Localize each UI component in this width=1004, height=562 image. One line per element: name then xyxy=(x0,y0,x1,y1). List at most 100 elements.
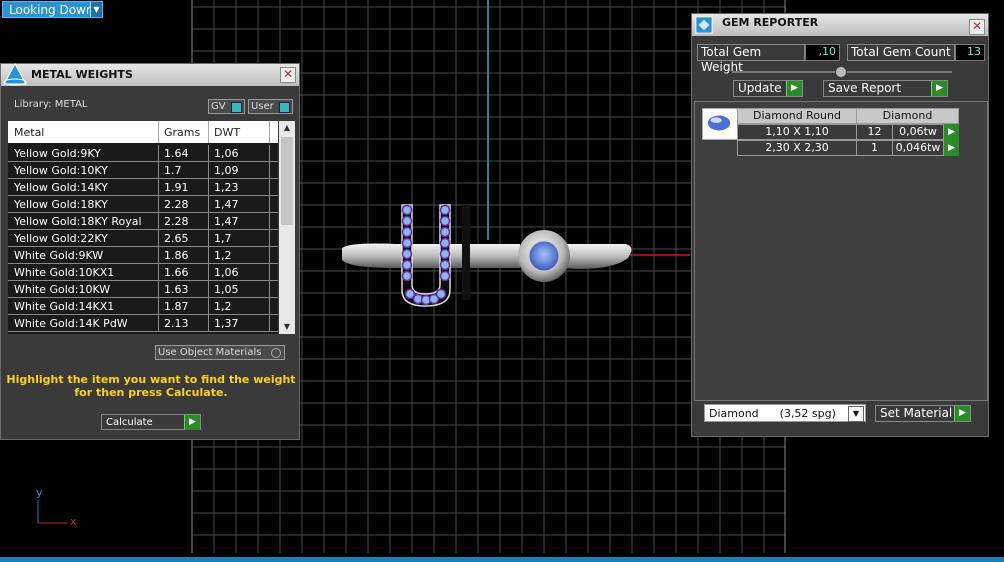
play-icon: ▶ xyxy=(786,81,802,96)
metal-grams: 1.91 xyxy=(164,181,189,194)
metal-table: Metal Grams DWT Yellow Gold:9KY 1.64 1,06 Y… xyxy=(8,121,278,334)
play-icon: ▶ xyxy=(184,415,200,430)
use-object-materials-label: Use Object Materials xyxy=(158,347,262,358)
gem-shape-header: Diamond Round xyxy=(737,108,857,124)
metal-dwt: 1,47 xyxy=(214,198,239,211)
metal-dwt: 1,2 xyxy=(214,249,232,262)
column-header-grams[interactable]: Grams xyxy=(164,126,200,139)
set-material-button[interactable]: Set Material ▶ xyxy=(875,405,971,422)
play-icon[interactable]: ▶ xyxy=(944,140,959,156)
diamond-round-thumbnail[interactable] xyxy=(702,108,738,140)
calculate-button[interactable]: Calculate ▶ xyxy=(101,414,201,430)
metal-dwt: 1,2 xyxy=(214,300,232,313)
table-row[interactable]: Yellow Gold:18KY Royal 2.28 1,47 xyxy=(8,213,278,230)
use-object-materials-toggle[interactable]: Use Object Materials xyxy=(155,345,285,360)
metal-name: Yellow Gold:22KY xyxy=(14,232,108,245)
instruction-text-2: for then press Calculate. xyxy=(74,386,228,399)
table-row[interactable]: White Gold:14KX1 1.87 1,2 xyxy=(8,298,278,315)
gem-reporter-icon xyxy=(695,16,713,34)
metal-table-scrollbar[interactable]: ▲ ▼ xyxy=(279,121,295,334)
gem-reporter-title: GEM REPORTER xyxy=(722,16,819,29)
gem-size: 1,10 X 1,10 xyxy=(737,124,857,140)
save-report-button[interactable]: Save Report ▶ xyxy=(823,80,948,97)
slider-handle[interactable] xyxy=(835,66,847,78)
close-icon[interactable]: ✕ xyxy=(969,19,985,35)
material-select-value: Diamond (3,52 spg) xyxy=(709,407,836,420)
gem-list-area: Diamond Round Diamond 1,10 X 1,10 12 0,06t… xyxy=(694,101,988,401)
metal-name: White Gold:9KW xyxy=(14,249,104,262)
total-gem-weight-value: ,10 xyxy=(805,44,840,61)
metal-name: Yellow Gold:18KY Royal xyxy=(14,215,142,228)
chevron-down-icon[interactable]: ▼ xyxy=(848,406,864,422)
save-report-button-label: Save Report xyxy=(828,81,902,95)
material-select[interactable]: Diamond (3,52 spg) ▼ xyxy=(704,404,866,422)
chevron-down-icon[interactable]: ▼ xyxy=(90,2,102,17)
toggle-switch-icon xyxy=(231,102,242,113)
table-row[interactable]: Yellow Gold:9KY 1.64 1,06 xyxy=(8,145,278,162)
play-icon[interactable]: ▶ xyxy=(944,124,959,140)
metal-dwt: 1,05 xyxy=(214,283,239,296)
view-selector-label: Looking Down xyxy=(9,3,94,17)
library-label: Library: METAL xyxy=(14,99,88,110)
view-selector[interactable]: Looking Down ▼ xyxy=(2,1,103,18)
metal-dwt: 1,06 xyxy=(214,147,239,160)
user-toggle-label: User xyxy=(251,101,274,112)
close-icon[interactable]: ✕ xyxy=(280,67,296,83)
table-row[interactable]: White Gold:10KW 1.63 1,05 xyxy=(8,281,278,298)
weight-slider[interactable] xyxy=(732,66,952,78)
diamond-round-icon xyxy=(707,115,731,131)
scroll-up-icon[interactable]: ▲ xyxy=(279,121,295,135)
scroll-down-icon[interactable]: ▼ xyxy=(279,320,295,334)
gv-toggle-label: GV xyxy=(211,101,226,112)
metal-dwt: 1,37 xyxy=(214,317,239,330)
gem-material-header: Diamond xyxy=(856,108,959,124)
column-header-dwt[interactable]: DWT xyxy=(214,126,240,139)
metal-grams: 1.63 xyxy=(164,283,189,296)
metal-weights-panel: METAL WEIGHTS ✕ Library: METAL GV User M… xyxy=(0,62,300,440)
gem-reporter-titlebar[interactable]: GEM REPORTER ✕ xyxy=(692,14,988,36)
metal-grams: 2.28 xyxy=(164,198,189,211)
axis-y-label: y xyxy=(36,486,43,499)
metal-dwt: 1,47 xyxy=(214,215,239,228)
axis-tripod xyxy=(37,500,68,524)
toggle-switch-icon xyxy=(279,102,290,113)
metal-name: White Gold:10KX1 xyxy=(14,266,115,279)
metal-grams: 1.86 xyxy=(164,249,189,262)
metal-dwt: 1,09 xyxy=(214,164,239,177)
metal-table-header: Metal Grams DWT xyxy=(8,121,278,143)
gem-size: 2,30 X 2,30 xyxy=(737,140,857,156)
total-gem-count-value: 13 xyxy=(955,44,985,61)
scroll-thumb[interactable] xyxy=(281,137,293,225)
play-icon: ▶ xyxy=(931,81,947,96)
table-row[interactable]: White Gold:10KX1 1.66 1,06 xyxy=(8,264,278,281)
metal-weights-titlebar[interactable]: METAL WEIGHTS ✕ xyxy=(1,62,299,86)
gem-count: 12 xyxy=(856,124,893,140)
table-row[interactable]: Yellow Gold:18KY 2.28 1,47 xyxy=(8,196,278,213)
table-row[interactable]: White Gold:14K PdW 2.13 1,37 xyxy=(8,315,278,332)
column-header-metal[interactable]: Metal xyxy=(14,126,44,139)
table-row[interactable]: Yellow Gold:22KY 2.65 1,7 xyxy=(8,230,278,247)
table-row[interactable]: Yellow Gold:14KY 1.91 1,23 xyxy=(8,179,278,196)
gem-count: 1 xyxy=(856,140,893,156)
calculate-button-label: Calculate xyxy=(106,417,153,428)
play-icon: ▶ xyxy=(954,406,970,421)
update-button[interactable]: Update ▶ xyxy=(733,80,803,97)
metal-name: Yellow Gold:9KY xyxy=(14,147,101,160)
metal-name: Yellow Gold:18KY xyxy=(14,198,108,211)
table-row[interactable]: White Gold:9KW 1.86 1,2 xyxy=(8,247,278,264)
metal-weights-icon xyxy=(3,62,27,86)
metal-dwt: 1,7 xyxy=(214,232,232,245)
metal-grams: 2.65 xyxy=(164,232,189,245)
metal-dwt: 1,06 xyxy=(214,266,239,279)
metal-name: White Gold:14K PdW xyxy=(14,317,128,330)
radio-icon xyxy=(271,348,281,358)
user-toggle[interactable]: User xyxy=(248,99,293,114)
metal-grams: 1.66 xyxy=(164,266,189,279)
instruction-text-1: Highlight the item you want to find the … xyxy=(6,373,296,386)
gv-toggle[interactable]: GV xyxy=(208,99,245,114)
gem-reporter-panel: GEM REPORTER ✕ Total Gem Weight ,10 Tota… xyxy=(691,13,989,437)
table-row[interactable]: Yellow Gold:10KY 1.7 1,09 xyxy=(8,162,278,179)
metal-grams: 1.7 xyxy=(164,164,182,177)
total-gem-weight-label: Total Gem Weight xyxy=(697,44,805,74)
axis-x-label: x xyxy=(70,515,77,528)
